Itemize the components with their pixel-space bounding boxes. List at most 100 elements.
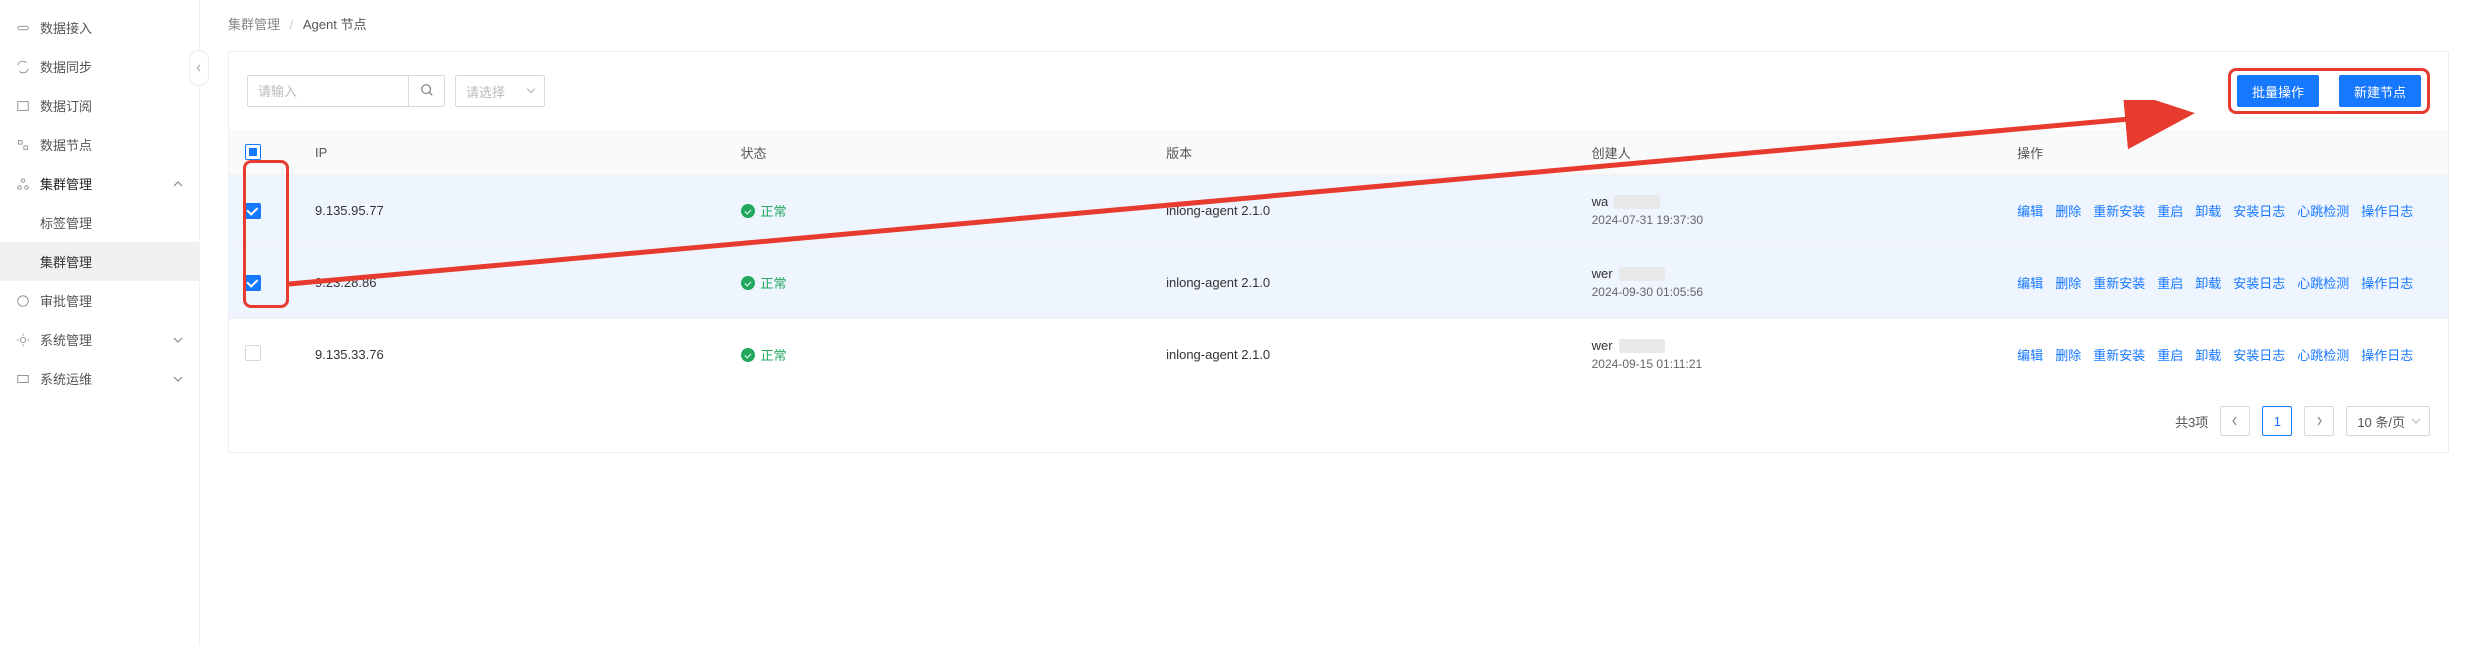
creator-name: wa <box>1592 194 1609 209</box>
chevron-left-icon <box>2230 414 2240 429</box>
sidebar-item-data-node[interactable]: 数据节点 <box>0 125 199 164</box>
breadcrumb: 集群管理 / Agent 节点 <box>228 0 2449 51</box>
create-node-button[interactable]: 新建节点 <box>2339 75 2421 107</box>
sidebar-item-system-manage[interactable]: 系统管理 <box>0 320 199 359</box>
select-placeholder: 请选择 <box>466 82 505 101</box>
pagination-next[interactable] <box>2304 406 2334 436</box>
cell-ip: 9.135.33.76 <box>299 335 725 374</box>
redacted-mask <box>1619 339 1665 353</box>
action-heartbeat[interactable]: 心跳检测 <box>2297 273 2349 292</box>
chevron-up-icon <box>173 179 183 189</box>
sidebar-item-tag-manage[interactable]: 标签管理 <box>0 203 199 242</box>
sidebar-item-data-sync[interactable]: 数据同步 <box>0 47 199 86</box>
action-install-log[interactable]: 安装日志 <box>2233 201 2285 220</box>
creator-time: 2024-07-31 19:37:30 <box>1592 213 1986 227</box>
action-edit[interactable]: 编辑 <box>2017 345 2043 364</box>
check-circle-icon <box>741 204 755 218</box>
chevron-down-icon <box>173 335 183 345</box>
status-badge: 正常 <box>741 345 787 364</box>
pagination-size-select[interactable]: 10 条/页 <box>2346 406 2430 436</box>
approve-icon <box>16 294 30 308</box>
chevron-right-icon <box>2314 414 2324 429</box>
action-heartbeat[interactable]: 心跳检测 <box>2297 201 2349 220</box>
action-delete[interactable]: 删除 <box>2055 345 2081 364</box>
pagination-page-1[interactable]: 1 <box>2262 406 2292 436</box>
sidebar: 数据接入 数据同步 数据订阅 数据节点 集群管理 标签管理 集群管理 审批管理 <box>0 0 200 645</box>
pagination-prev[interactable] <box>2220 406 2250 436</box>
main-content: 集群管理 / Agent 节点 请选择 批量操作 <box>200 0 2477 645</box>
cell-actions: 编辑 删除 重新安装 重启 卸载 安装日志 心跳检测 操作日志 <box>2001 333 2448 376</box>
action-delete[interactable]: 删除 <box>2055 201 2081 220</box>
sidebar-item-approval-manage[interactable]: 审批管理 <box>0 281 199 320</box>
panel: 请选择 批量操作 新建节点 IP 状态 版本 创建 <box>228 51 2449 453</box>
status-badge: 正常 <box>741 273 787 292</box>
agent-table: IP 状态 版本 创建人 操作 9.135.95.77 正常 inlong-ag… <box>229 130 2448 390</box>
sub-icon <box>16 99 30 113</box>
table-row: 9.135.95.77 正常 inlong-agent 2.1.0 wa 202… <box>229 174 2448 246</box>
cell-version: inlong-agent 2.1.0 <box>1150 191 1576 230</box>
breadcrumb-separator: / <box>290 17 294 32</box>
action-op-log[interactable]: 操作日志 <box>2361 273 2413 292</box>
batch-operate-button[interactable]: 批量操作 <box>2237 75 2319 107</box>
action-restart[interactable]: 重启 <box>2157 273 2183 292</box>
sidebar-item-system-ops[interactable]: 系统运维 <box>0 359 199 398</box>
sidebar-item-data-access[interactable]: 数据接入 <box>0 8 199 47</box>
action-edit[interactable]: 编辑 <box>2017 273 2043 292</box>
status-badge: 正常 <box>741 201 787 220</box>
sidebar-item-cluster-manage-sub[interactable]: 集群管理 <box>0 242 199 281</box>
action-edit[interactable]: 编辑 <box>2017 201 2043 220</box>
pagination-total: 共3项 <box>2175 412 2208 431</box>
action-uninstall[interactable]: 卸载 <box>2195 273 2221 292</box>
cluster-icon <box>16 177 30 191</box>
redacted-mask <box>1614 195 1660 209</box>
check-circle-icon <box>741 276 755 290</box>
chevron-down-icon <box>526 84 536 99</box>
action-reinstall[interactable]: 重新安装 <box>2093 345 2145 364</box>
gear-icon <box>16 333 30 347</box>
header-status: 状态 <box>725 131 1151 174</box>
creator-name: wer <box>1592 338 1613 353</box>
action-restart[interactable]: 重启 <box>2157 201 2183 220</box>
sidebar-item-cluster-manage[interactable]: 集群管理 <box>0 164 199 203</box>
sidebar-item-label: 集群管理 <box>40 174 173 193</box>
header-ip: IP <box>299 133 725 172</box>
action-reinstall[interactable]: 重新安装 <box>2093 273 2145 292</box>
action-reinstall[interactable]: 重新安装 <box>2093 201 2145 220</box>
breadcrumb-parent[interactable]: 集群管理 <box>228 17 280 32</box>
row-checkbox[interactable] <box>245 345 261 361</box>
sidebar-item-label: 集群管理 <box>40 252 183 271</box>
pagination-size-label: 10 条/页 <box>2357 412 2405 431</box>
action-restart[interactable]: 重启 <box>2157 345 2183 364</box>
sidebar-collapse-handle[interactable] <box>189 50 209 86</box>
pagination: 共3项 1 10 条/页 <box>229 390 2448 452</box>
header-version: 版本 <box>1150 131 1576 174</box>
action-uninstall[interactable]: 卸载 <box>2195 345 2221 364</box>
row-checkbox[interactable] <box>245 275 261 291</box>
row-checkbox[interactable] <box>245 203 261 219</box>
cell-creator: wer 2024-09-30 01:05:56 <box>1576 254 2002 311</box>
cell-actions: 编辑 删除 重新安装 重启 卸载 安装日志 心跳检测 操作日志 <box>2001 261 2448 304</box>
chevron-down-icon <box>173 374 183 384</box>
cell-version: inlong-agent 2.1.0 <box>1150 335 1576 374</box>
action-install-log[interactable]: 安装日志 <box>2233 345 2285 364</box>
sidebar-item-label: 审批管理 <box>40 291 183 310</box>
action-install-log[interactable]: 安装日志 <box>2233 273 2285 292</box>
search-button[interactable] <box>408 76 444 106</box>
search-input[interactable] <box>248 76 408 106</box>
action-uninstall[interactable]: 卸载 <box>2195 201 2221 220</box>
action-op-log[interactable]: 操作日志 <box>2361 201 2413 220</box>
cell-ip: 9.135.95.77 <box>299 191 725 230</box>
cell-creator: wa 2024-07-31 19:37:30 <box>1576 182 2002 239</box>
sidebar-item-label: 数据接入 <box>40 18 183 37</box>
select-all-checkbox[interactable] <box>245 144 261 160</box>
sidebar-item-data-subscribe[interactable]: 数据订阅 <box>0 86 199 125</box>
ops-icon <box>16 372 30 386</box>
sidebar-item-label: 数据同步 <box>40 57 183 76</box>
filter-select[interactable]: 请选择 <box>455 75 545 107</box>
action-op-log[interactable]: 操作日志 <box>2361 345 2413 364</box>
action-heartbeat[interactable]: 心跳检测 <box>2297 345 2349 364</box>
action-delete[interactable]: 删除 <box>2055 273 2081 292</box>
toolbar: 请选择 批量操作 新建节点 <box>229 52 2448 130</box>
sidebar-item-label: 系统管理 <box>40 330 173 349</box>
cell-actions: 编辑 删除 重新安装 重启 卸载 安装日志 心跳检测 操作日志 <box>2001 189 2448 232</box>
